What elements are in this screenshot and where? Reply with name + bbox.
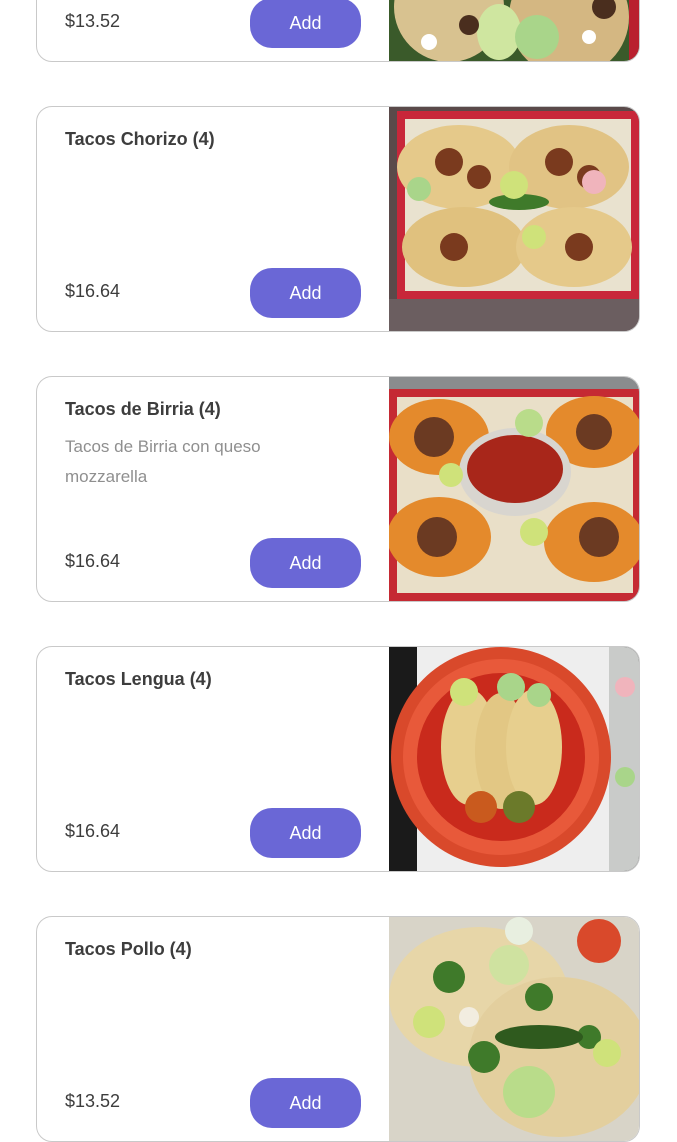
- item-name: Tacos Lengua (4): [65, 669, 212, 689]
- item-description: Tacos de Birria con queso mozzarella: [65, 437, 261, 486]
- menu-item-card[interactable]: Tacos Pollo (4) $13.52 Add: [36, 916, 640, 1142]
- add-button[interactable]: Add: [250, 538, 361, 588]
- item-price: $13.52: [65, 1091, 121, 1111]
- food-photo[interactable]: [389, 0, 639, 61]
- food-photo[interactable]: [389, 647, 639, 871]
- menu-item-card[interactable]: Tacos Chorizo (4) $16.64 Add: [36, 106, 640, 332]
- menu-item-card[interactable]: Tacos de Birria (4) Tacos de Birria con …: [36, 376, 640, 602]
- add-button[interactable]: Add: [250, 808, 361, 858]
- item-name: Tacos Chorizo (4): [65, 129, 215, 149]
- food-photo[interactable]: [389, 917, 639, 1141]
- menu-item-card[interactable]: Tacos Lengua (4) $16.64 Add: [36, 646, 640, 872]
- item-name: Tacos de Birria (4): [65, 399, 221, 419]
- add-button[interactable]: Add: [250, 1078, 361, 1128]
- food-photo[interactable]: [389, 377, 639, 601]
- item-price: $16.64: [65, 821, 121, 841]
- food-photo[interactable]: [389, 107, 639, 331]
- item-price: $16.64: [65, 281, 121, 301]
- item-price: $13.52: [65, 11, 121, 31]
- item-name: Tacos Pollo (4): [65, 939, 192, 959]
- add-button[interactable]: Add: [250, 268, 361, 318]
- item-price: $16.64: [65, 551, 121, 571]
- add-button[interactable]: Add: [250, 0, 361, 48]
- menu-item-card[interactable]: $13.52 Add: [36, 0, 640, 62]
